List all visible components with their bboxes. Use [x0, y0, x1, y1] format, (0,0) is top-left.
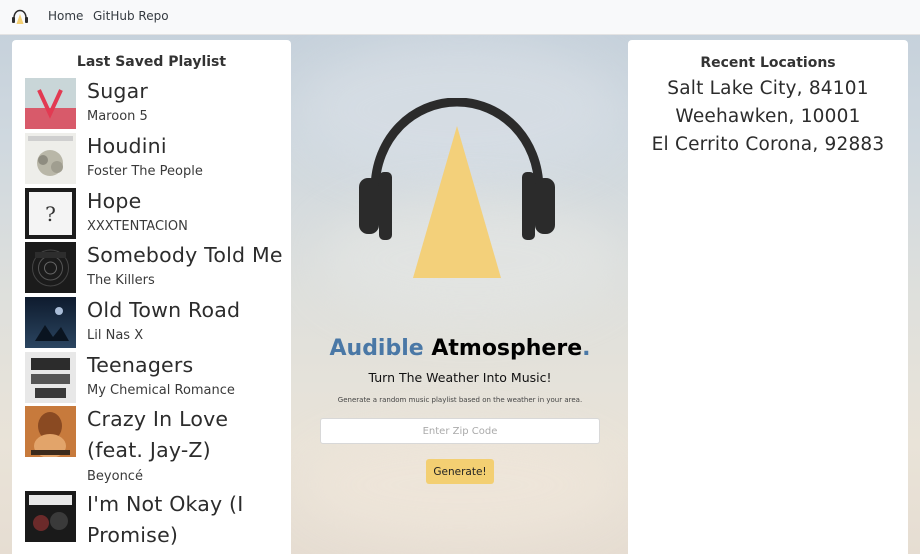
album-art-houdini: [25, 133, 76, 184]
recent-locations-panel: Recent Locations Salt Lake City, 84101 W…: [628, 40, 908, 554]
track-title: Crazy In Love (feat. Jay-Z): [87, 407, 229, 462]
track-artist: XXXTENTACION: [87, 219, 188, 234]
description: Generate a random music playlist based o…: [337, 396, 583, 404]
track-artist: My Chemical Romance: [87, 383, 235, 398]
zip-code-input[interactable]: [320, 418, 600, 444]
app-title-atmosphere: Atmosphere: [423, 336, 583, 361]
navbar: Home GitHub Repo: [0, 0, 920, 35]
app-title-audible: Audible: [329, 336, 424, 361]
album-art-im-not-okay: [25, 491, 76, 542]
track-title: Houdini: [87, 134, 167, 158]
album-art-hope: ?: [25, 188, 76, 239]
svg-text:?: ?: [45, 202, 56, 226]
album-art-teenagers: [25, 352, 76, 403]
generate-button[interactable]: Generate!: [426, 459, 494, 484]
playlist-title: Last Saved Playlist: [76, 54, 227, 70]
app-title: Audible Atmosphere.: [320, 334, 600, 364]
nav-home-link[interactable]: Home: [48, 9, 83, 24]
nav-github-repo-link[interactable]: GitHub Repo: [93, 9, 169, 24]
location-item[interactable]: Salt Lake City, 84101: [628, 75, 908, 103]
album-art-killers: [25, 242, 76, 293]
playlist-panel: Last Saved Playlist Sugar Maroon 5 Houdi…: [12, 40, 291, 554]
track-artist: Foster The People: [87, 164, 203, 179]
album-art-crazy-in-love: [25, 406, 76, 457]
location-item[interactable]: Weehawken, 10001: [628, 103, 908, 131]
track-artist: Beyoncé: [87, 469, 143, 484]
track-title: Teenagers: [87, 353, 194, 377]
track-artist: The Killers: [87, 273, 155, 288]
recent-locations-title: Recent Locations: [700, 55, 836, 71]
tagline: Turn The Weather Into Music!: [368, 370, 552, 385]
track-title: I'm Not Okay (I Promise): [87, 492, 244, 547]
album-art-sugar: [25, 78, 76, 129]
track-title: Somebody Told Me: [87, 243, 283, 267]
location-item[interactable]: El Cerrito Corona, 92883: [628, 131, 908, 159]
track-artist: Lil Nas X: [87, 328, 144, 343]
app-title-period: .: [582, 336, 591, 361]
headphones-logo-icon: [359, 98, 555, 278]
track-title: Sugar: [87, 79, 149, 103]
headphones-logo-icon[interactable]: [11, 9, 29, 25]
track-title: Old Town Road: [87, 298, 241, 322]
track-artist: Maroon 5: [87, 109, 148, 124]
track-title: Hope: [87, 189, 142, 213]
album-art-old-town-road: [25, 297, 76, 348]
